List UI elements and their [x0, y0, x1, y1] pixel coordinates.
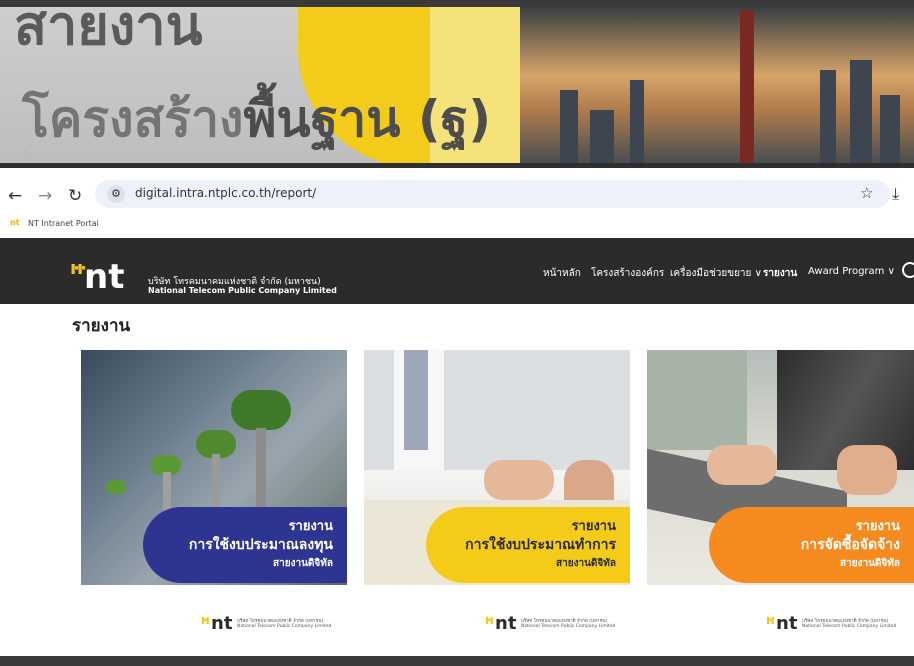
- nt-favicon-icon: nt: [10, 218, 20, 227]
- page-title: รายงาน: [72, 316, 131, 336]
- report-card-operating-budget[interactable]: รายงาน การใช้งบประมาณทำการ สายงานดิจิทัล: [364, 350, 630, 585]
- nav-reports[interactable]: รายงาน: [763, 266, 797, 281]
- download-icon[interactable]: ⤓: [892, 184, 899, 204]
- hero-title-line1: สายงาน: [14, 0, 203, 57]
- antenna-tower-image: [740, 10, 754, 168]
- nav-tools[interactable]: เครื่องมือช่วยขยาย ∨: [670, 266, 762, 281]
- browser-toolbar: ← → ↻ ⚙ digital.intra.ntplc.co.th/report…: [0, 168, 914, 236]
- card-title-line2: การใช้งบประมาณลงทุน: [188, 537, 333, 553]
- card-label-panel: รายงาน การใช้งบประมาณลงทุน สายงานดิจิทัล: [143, 507, 347, 583]
- hero-title-line2: โครงสร้างพื้นฐาน (ฐ): [22, 90, 492, 148]
- report-card-procurement[interactable]: รายงาน การจัดซื้อจัดจ้าง สายงานดิจิทัล: [647, 350, 914, 585]
- nt-logo-icon: ı·ı: [485, 613, 494, 627]
- card-title-line3: สายงานดิจิทัล: [273, 558, 333, 569]
- company-name-en: National Telecom Public Company Limited: [148, 286, 337, 295]
- back-icon[interactable]: ←: [8, 186, 22, 206]
- nav-home[interactable]: หน้าหลัก: [543, 266, 581, 281]
- carousel-prev-icon[interactable]: ‹: [20, 126, 36, 168]
- nav-org-structure[interactable]: โครงสร้างองค์กร: [591, 266, 664, 281]
- reload-icon[interactable]: ↻: [68, 186, 82, 206]
- nt-logo-icon: ı·ı: [201, 613, 210, 627]
- card-title-line2: การจัดซื้อจัดจ้าง: [800, 537, 900, 553]
- card-label-panel: รายงาน การจัดซื้อจัดจ้าง สายงานดิจิทัล: [709, 507, 914, 583]
- card-title-line1: รายงาน: [571, 519, 616, 534]
- card-title-line1: รายงาน: [288, 519, 333, 534]
- report-card-investment-budget[interactable]: รายงาน การใช้งบประมาณลงทุน สายงานดิจิทัล: [81, 350, 347, 585]
- nt-logo-icon: ı·ı: [766, 613, 775, 627]
- footer-bar: [0, 656, 914, 666]
- site-header: ı·ı· nt บริษัท โทรคมนาคมแห่งชาติ จำกัด (…: [0, 238, 914, 304]
- nt-logo-icon: ı·ı· nt: [70, 257, 125, 297]
- forward-icon[interactable]: →: [38, 186, 52, 206]
- card-title-line3: สายงานดิจิทัล: [840, 558, 900, 569]
- search-icon[interactable]: [902, 262, 914, 278]
- bookmark-star-icon[interactable]: ☆: [860, 184, 873, 202]
- card-title-line3: สายงานดิจิทัล: [556, 558, 616, 569]
- bookmark-nt-intranet[interactable]: NT Intranet Portal: [28, 219, 99, 228]
- url-text[interactable]: digital.intra.ntplc.co.th/report/: [135, 186, 316, 200]
- nav-award-program[interactable]: Award Program ∨: [808, 266, 895, 277]
- card-label-panel: รายงาน การใช้งบประมาณทำการ สายงานดิจิทัล: [426, 507, 630, 583]
- address-bar[interactable]: ⚙ digital.intra.ntplc.co.th/report/: [95, 180, 890, 208]
- hero-city-image: [520, 0, 914, 168]
- bookmarks-bar: nt NT Intranet Portal: [0, 214, 914, 234]
- card-title-line2: การใช้งบประมาณทำการ: [465, 537, 616, 553]
- card-title-line1: รายงาน: [855, 519, 900, 534]
- site-settings-icon[interactable]: ⚙: [107, 185, 125, 203]
- hero-banner: สายงาน โครงสร้างพื้นฐาน (ฐ) ‹: [0, 0, 914, 168]
